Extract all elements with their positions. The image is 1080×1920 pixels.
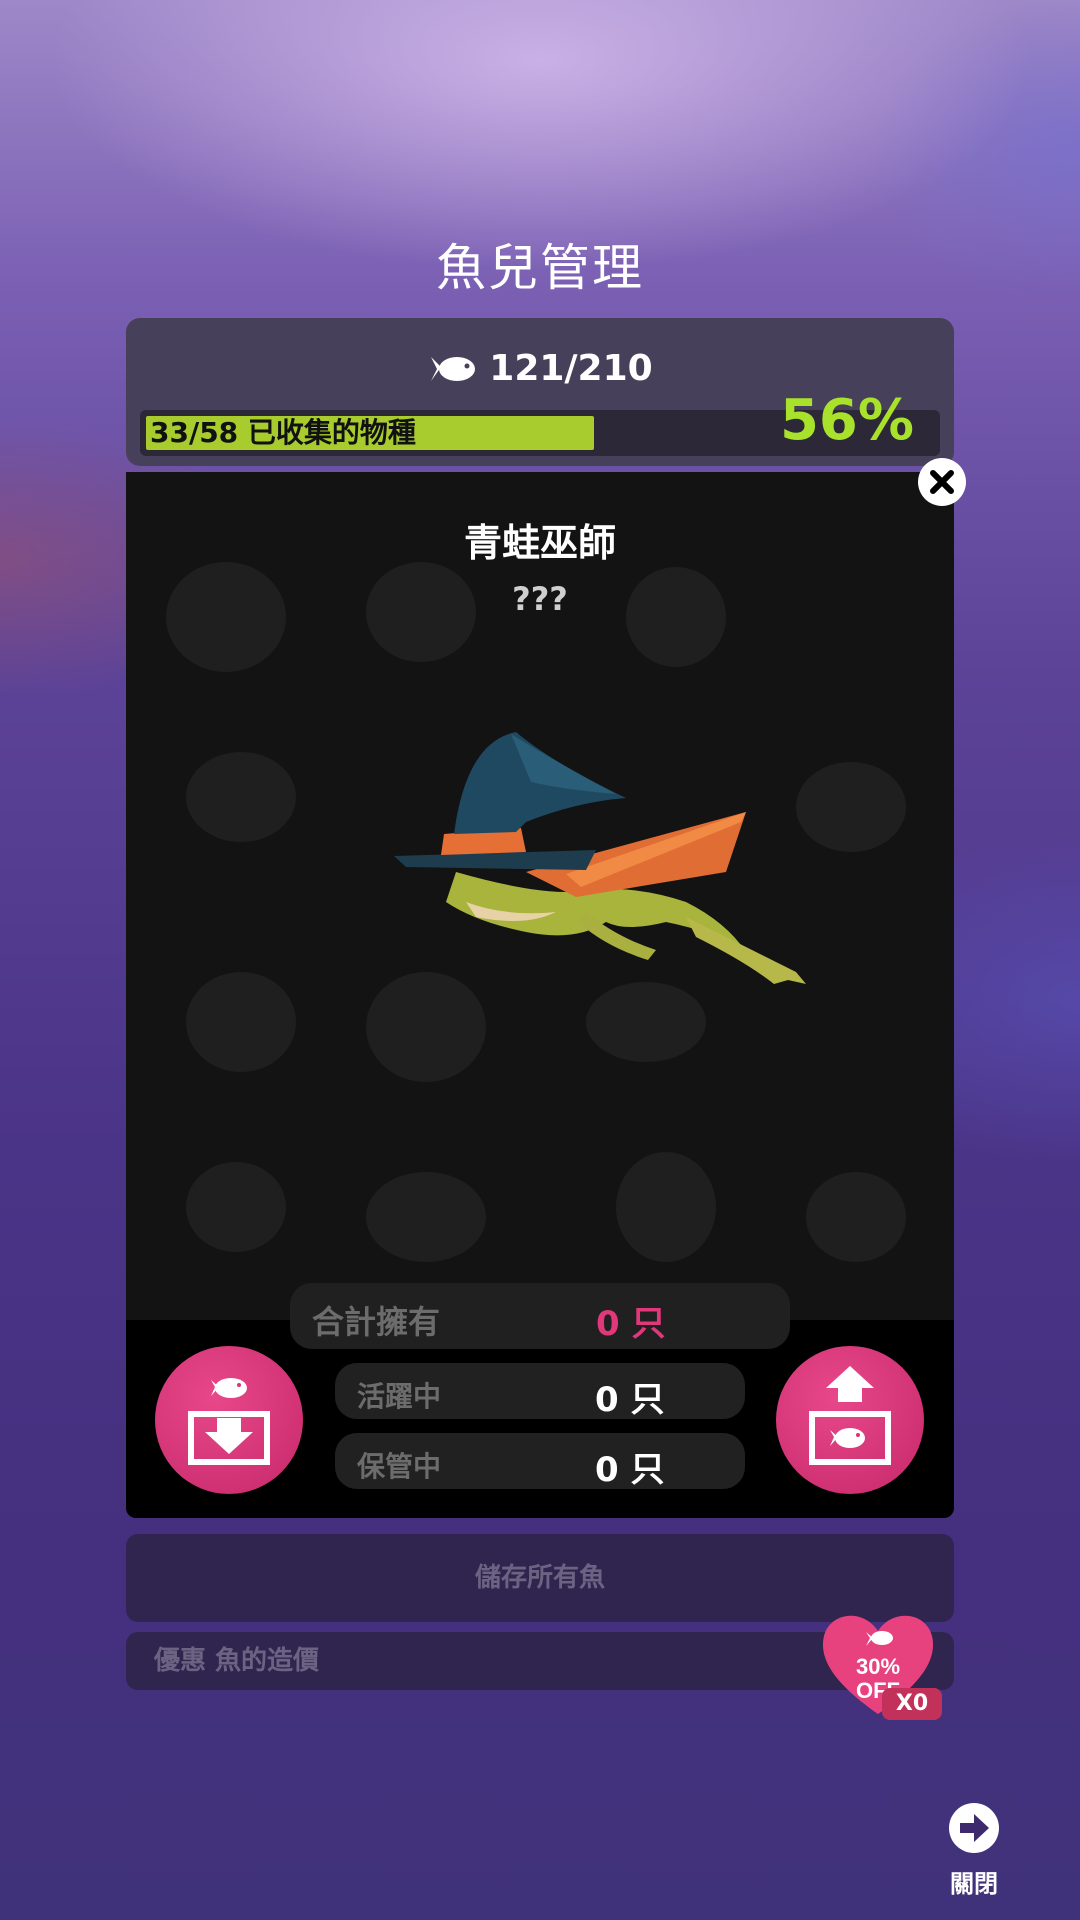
- active-label: 活躍中: [357, 1380, 442, 1413]
- fish-icon: [431, 356, 476, 381]
- close-button[interactable]: 關閉: [944, 1802, 1004, 1899]
- active-row: 活躍中 0 只: [335, 1363, 745, 1420]
- fish-name: 青蛙巫師: [463, 521, 616, 565]
- total-owned-label: 合計擁有: [312, 1303, 441, 1341]
- page-title: 魚兒管理: [436, 239, 644, 297]
- release-fish-icon: [809, 1366, 891, 1465]
- collection-stats-panel: 121/210 33/58 已收集的物種 56%: [126, 318, 954, 466]
- total-owned-value: 0 只: [596, 1304, 666, 1344]
- store-fish-icon: [188, 1378, 270, 1465]
- close-modal-button[interactable]: [918, 458, 966, 506]
- ghost-fish-silhouette: [366, 1172, 486, 1262]
- total-owned-row: 合計擁有 0 只: [290, 1283, 790, 1349]
- store-fish-button[interactable]: [155, 1346, 303, 1494]
- ghost-fish-silhouette: [186, 972, 296, 1072]
- ghost-fish-silhouette: [186, 752, 296, 842]
- discount-label: 優惠 魚的造價: [154, 1646, 320, 1676]
- frog-wizard-image: [394, 732, 806, 984]
- fish-count-value: 121/210: [489, 348, 653, 389]
- discount-count-badge: X0: [882, 1688, 942, 1720]
- release-fish-button[interactable]: [776, 1346, 924, 1494]
- stored-row: 保管中 0 只: [335, 1433, 745, 1490]
- fish-detail-modal: 青蛙巫師 ???: [126, 472, 954, 1320]
- discount-percent: 30%: [856, 1654, 900, 1679]
- active-value: 0 只: [595, 1380, 665, 1420]
- species-progress-label: 33/58 已收集的物種: [150, 416, 416, 449]
- stored-label: 保管中: [357, 1450, 442, 1483]
- fish-subtitle: ???: [512, 580, 568, 618]
- fish-count: 121/210: [126, 348, 954, 389]
- ghost-fish-silhouette: [616, 1152, 716, 1262]
- close-icon: [930, 470, 954, 494]
- close-label: 關閉: [950, 1870, 998, 1898]
- stored-value: 0 只: [595, 1450, 665, 1490]
- ghost-fish-silhouette: [806, 1172, 906, 1262]
- collection-percent: 56%: [779, 388, 914, 453]
- ghost-fish-silhouette: [186, 1162, 286, 1252]
- arrow-right-circle-icon: [949, 1803, 999, 1853]
